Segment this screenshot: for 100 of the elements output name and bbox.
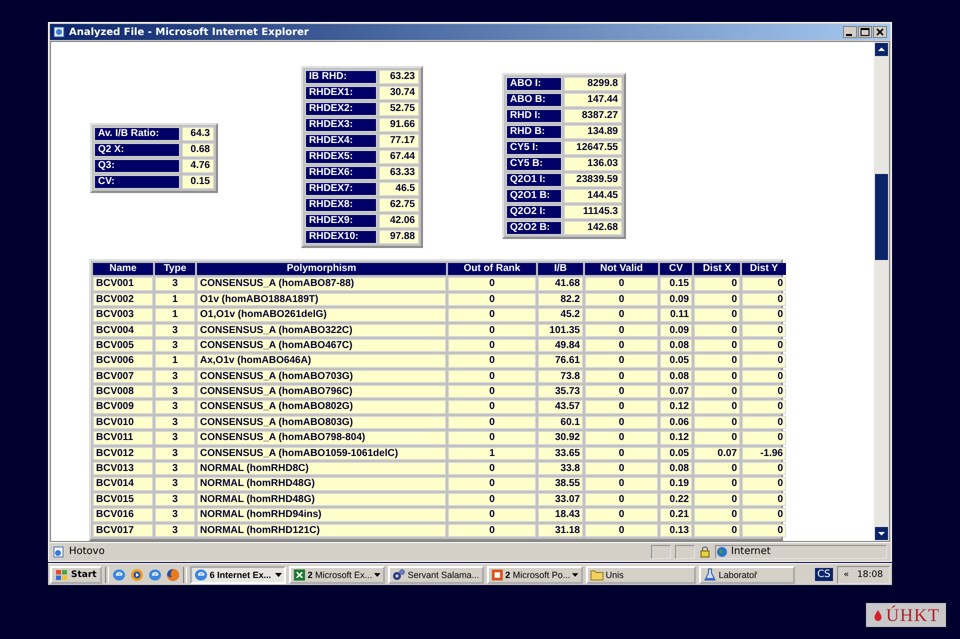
table-cell: 0.15 xyxy=(660,277,692,291)
table-cell: 0.19 xyxy=(660,477,692,491)
table-cell: 0 xyxy=(448,477,536,491)
table-cell: BCV011 xyxy=(93,431,153,445)
scroll-up-icon[interactable] xyxy=(875,43,888,56)
minimize-icon[interactable] xyxy=(843,26,857,38)
stat-value: 136.03 xyxy=(564,157,622,171)
lock-icon xyxy=(699,546,711,558)
table-cell: 0 xyxy=(585,416,658,430)
table-cell: 0.08 xyxy=(660,338,692,352)
clock: 18:08 xyxy=(857,570,883,580)
tray-expand-button[interactable]: « xyxy=(844,570,850,580)
table-cell: CONSENSUS_A (homABO802G) xyxy=(197,400,446,414)
table-cell: 45.2 xyxy=(538,308,583,322)
table-cell: 0 xyxy=(742,524,786,537)
stat-label: IB RHD: xyxy=(305,70,377,84)
table-cell: 3 xyxy=(155,416,195,430)
table-cell: BCV017 xyxy=(93,524,153,537)
language-indicator[interactable]: CS xyxy=(815,568,833,581)
stat-value: 144.45 xyxy=(564,189,622,203)
table-cell: 0.07 xyxy=(660,385,692,398)
maximize-icon[interactable] xyxy=(858,26,872,38)
table-cell: BCV003 xyxy=(93,308,153,322)
table-cell: BCV005 xyxy=(93,338,153,352)
status-pane xyxy=(651,544,671,558)
drop-icon xyxy=(872,609,884,621)
table-cell: 3 xyxy=(155,524,195,537)
table-cell: BCV016 xyxy=(93,508,153,522)
table-cell: 43.57 xyxy=(538,400,583,414)
stat-label: RHDEX2: xyxy=(305,102,377,116)
column-header: CV xyxy=(660,263,692,276)
media-player-icon[interactable] xyxy=(130,568,144,582)
scroll-down-icon[interactable] xyxy=(875,527,888,540)
stat-label: Q3: xyxy=(94,159,180,173)
table-cell: 0 xyxy=(742,370,786,384)
table-cell: 82.2 xyxy=(538,292,583,306)
status-pane xyxy=(675,544,695,558)
table-cell: 0 xyxy=(585,508,658,522)
table-cell: BCV004 xyxy=(93,324,153,337)
table-cell: 0 xyxy=(694,508,740,522)
table-cell: 0 xyxy=(694,354,740,368)
taskbar-button[interactable]: 2 Microsoft Po... xyxy=(486,566,583,584)
table-cell: 0 xyxy=(742,324,786,337)
table-cell: 0 xyxy=(585,462,658,476)
taskbar-button[interactable]: 2 Microsoft Ex... xyxy=(288,566,385,584)
stat-label: RHDEX5: xyxy=(305,150,377,164)
table-cell: CONSENSUS_A (homABO803G) xyxy=(197,416,446,430)
browser-icon[interactable] xyxy=(148,568,162,582)
taskbar-button[interactable]: Unis xyxy=(586,566,696,584)
table-cell: 0 xyxy=(694,492,740,506)
taskbar-button[interactable]: 6 Internet Ex... xyxy=(190,566,286,584)
taskbar-button[interactable]: Servant Salama... xyxy=(388,566,484,584)
table-cell: 0.05 xyxy=(660,446,692,460)
close-icon[interactable] xyxy=(873,26,887,38)
table-cell: 0.13 xyxy=(660,524,692,537)
stat-label: RHD B: xyxy=(506,125,562,139)
table-cell: 0 xyxy=(694,477,740,491)
stat-label: RHDEX10: xyxy=(305,230,377,244)
table-cell: BCV001 xyxy=(93,277,153,291)
table-cell: BCV007 xyxy=(93,370,153,384)
table-cell: 3 xyxy=(155,508,195,522)
table-cell: 0 xyxy=(448,462,536,476)
stat-label: RHDEX3: xyxy=(305,118,377,132)
table-cell: 0 xyxy=(585,354,658,368)
security-zone: Internet xyxy=(731,546,771,557)
stat-value: 0.68 xyxy=(182,143,214,157)
table-cell: 0 xyxy=(448,324,536,337)
stat-label: RHD I: xyxy=(506,109,562,123)
table-cell: O1,O1v (homABO261delG) xyxy=(197,308,446,322)
scroll-thumb[interactable] xyxy=(875,174,888,260)
browser-icon[interactable] xyxy=(112,568,126,582)
stat-value: 97.88 xyxy=(379,230,419,244)
stat-label: Av. I/B Ratio: xyxy=(94,127,180,141)
table-cell: 33.65 xyxy=(538,446,583,460)
table-cell: 0.08 xyxy=(660,462,692,476)
table-cell: 0 xyxy=(694,308,740,322)
page-icon xyxy=(53,546,65,558)
column-header: Dist X xyxy=(694,263,740,276)
table-cell: 3 xyxy=(155,492,195,506)
table-cell: 0 xyxy=(448,338,536,352)
folder-icon xyxy=(590,568,604,582)
start-button[interactable]: Start xyxy=(50,566,102,584)
stat-label: RHDEX8: xyxy=(305,198,377,212)
table-cell: 0 xyxy=(585,477,658,491)
table-cell: 0.12 xyxy=(660,431,692,445)
table-cell: 0 xyxy=(448,492,536,506)
table-cell: 0.22 xyxy=(660,492,692,506)
table-cell: 0 xyxy=(448,400,536,414)
status-text: Hotovo xyxy=(69,546,105,557)
taskbar-button[interactable]: Laboratoř xyxy=(698,566,795,584)
table-cell: 0 xyxy=(742,385,786,398)
table-cell: NORMAL (homRHD121C) xyxy=(197,524,446,537)
table-cell: BCV006 xyxy=(93,354,153,368)
scrollbar[interactable] xyxy=(874,42,889,541)
table-cell: 33.07 xyxy=(538,492,583,506)
table-cell: 0 xyxy=(742,338,786,352)
table-cell: 3 xyxy=(155,277,195,291)
stat-value: 42.06 xyxy=(379,214,419,228)
table-cell: 0 xyxy=(694,524,740,537)
stat-label: RHDEX9: xyxy=(305,214,377,228)
